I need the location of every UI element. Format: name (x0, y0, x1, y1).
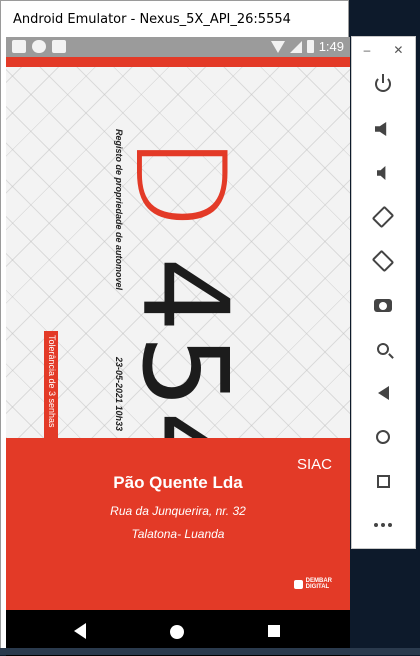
more-button[interactable] (371, 513, 395, 537)
app-top-bar (6, 57, 350, 67)
home-icon (376, 430, 390, 444)
emulator-toolbar: – ✕ (351, 36, 416, 549)
title-bar: Android Emulator - Nexus_5X_API_26:5554 (1, 1, 348, 37)
company-name: Pão Quente Lda (113, 473, 243, 492)
logo-mark-icon (293, 579, 303, 589)
close-button[interactable]: ✕ (393, 43, 403, 57)
zoom-button[interactable] (371, 337, 395, 361)
rotate-left-button[interactable] (371, 205, 395, 229)
address-line-1: Rua da Junquerira, nr. 32 (110, 504, 246, 518)
back-icon (377, 386, 389, 400)
logo-line-2: DIGITAL (305, 584, 330, 590)
screenshot-button[interactable] (371, 293, 395, 317)
more-icon (374, 523, 392, 527)
nav-recents-icon[interactable] (268, 625, 280, 637)
ticket-datetime: 23-05-2021 10h33 (114, 357, 124, 432)
volume-down-icon (377, 166, 386, 180)
tolerance-label: Tolerância de 3 senhas (47, 335, 57, 428)
notification-icon (12, 40, 26, 53)
signal-icon (289, 40, 302, 53)
window-title: Android Emulator - Nexus_5X_API_26:5554 (13, 12, 291, 27)
home-button[interactable] (371, 425, 395, 449)
device-screen: 1:49 D 454 Registo de propriedade de aut… (6, 37, 350, 656)
zoom-icon (377, 343, 389, 355)
volume-down-button[interactable] (371, 161, 395, 185)
nav-home-icon[interactable] (170, 625, 184, 639)
volume-up-icon (375, 122, 387, 136)
rotate-left-icon (371, 205, 395, 229)
brand-label: SIAC (296, 456, 332, 473)
power-button[interactable] (371, 72, 395, 96)
nav-back-icon[interactable] (74, 623, 86, 639)
status-bar: 1:49 (6, 37, 350, 57)
minimize-button[interactable]: – (364, 43, 371, 57)
sync-icon (32, 40, 46, 53)
address-line-2: Talatona- Luanda (131, 527, 225, 541)
ticket-panel: D 454 Registo de propriedade de automove… (6, 67, 350, 488)
back-button[interactable] (371, 381, 395, 405)
battery-icon (306, 40, 314, 53)
registry-label: Registo de propriedade de automovel (114, 129, 124, 291)
camera-icon (374, 298, 392, 312)
sd-card-icon (52, 40, 66, 53)
rotate-right-button[interactable] (371, 249, 395, 273)
volume-up-button[interactable] (371, 117, 395, 141)
dembar-logo: DEMBAR DIGITAL (293, 578, 332, 590)
rotate-right-icon (371, 249, 395, 273)
desktop-background (0, 648, 420, 655)
overview-button[interactable] (371, 469, 395, 493)
ticket-footer: SIAC Pão Quente Lda Rua da Junquerira, n… (6, 438, 350, 610)
ticket-letter: D (107, 135, 251, 231)
status-time: 1:49 (318, 39, 344, 54)
wifi-icon (270, 40, 285, 53)
power-icon (375, 74, 391, 92)
overview-icon (376, 474, 390, 488)
emulator-window: Android Emulator - Nexus_5X_API_26:5554 … (0, 0, 350, 656)
